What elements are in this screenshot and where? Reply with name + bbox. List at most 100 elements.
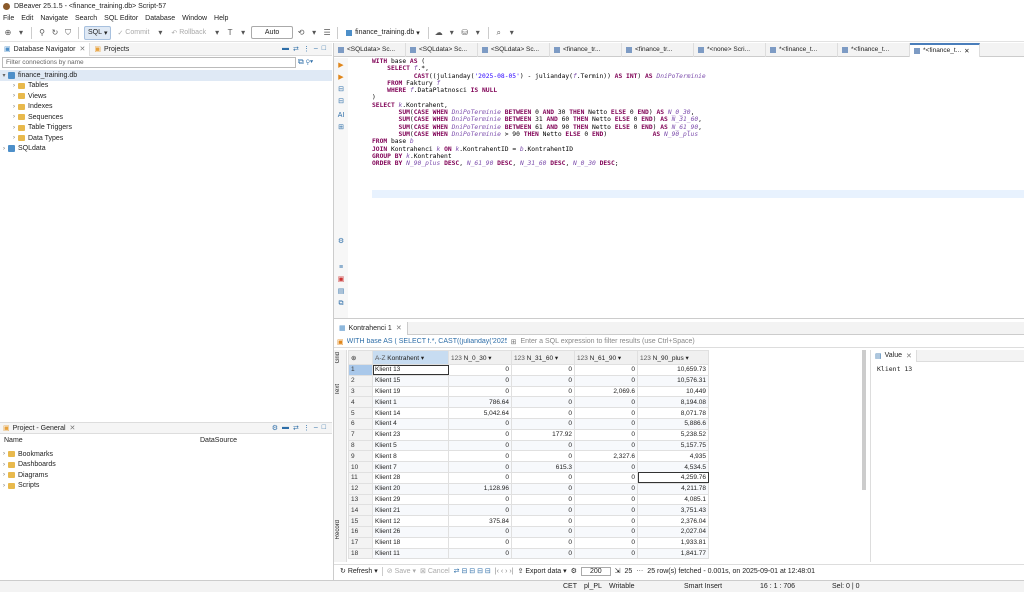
table-cell[interactable]: Klient 7 (372, 461, 449, 473)
collapse-icon[interactable]: ▬ (282, 45, 289, 53)
menu-file[interactable]: File (3, 15, 14, 22)
table-cell[interactable]: 0 (448, 374, 512, 387)
fetch-size-input[interactable]: 200 (580, 566, 611, 576)
table-cell[interactable]: 0 (511, 525, 575, 538)
table-cell[interactable]: 0 (574, 428, 638, 441)
cloud-icon[interactable]: ☁ (434, 28, 444, 38)
table-cell[interactable]: Klient 8 (372, 450, 449, 463)
row-number[interactable]: 4 (348, 396, 373, 409)
table-cell[interactable]: 1,933.81 (637, 536, 709, 549)
result-tab-kontrahenci[interactable]: ▦ Kontrahenci 1 ✕ (334, 321, 408, 335)
row-number[interactable]: 11 (348, 471, 373, 484)
table-cell[interactable]: 0 (574, 396, 638, 409)
table-cell[interactable]: 3,751.43 (637, 504, 709, 517)
table-cell[interactable]: 0 (511, 536, 575, 549)
connect-icon[interactable]: ⚲ (37, 28, 47, 38)
table-row[interactable]: 18 Klient 11 0 0 0 1,841.77 (348, 547, 709, 560)
table-cell[interactable]: Klient 1 (372, 396, 449, 409)
collapse-icon[interactable]: ▬ (282, 424, 289, 432)
editor-tab[interactable]: <finance_tr... (622, 42, 694, 57)
table-cell[interactable]: Klient 20 (372, 482, 449, 495)
minimize-icon[interactable]: – (314, 424, 318, 432)
maximize-icon[interactable]: □ (322, 424, 326, 432)
row-number[interactable]: 12 (348, 482, 373, 495)
table-cell[interactable]: 2,376.04 (637, 515, 709, 527)
table-cell[interactable]: 0 (448, 471, 512, 484)
project-item-diagrams[interactable]: › Diagrams (0, 470, 332, 481)
row-number[interactable]: 18 (348, 547, 373, 560)
load-icon[interactable]: ⊟ (337, 98, 345, 106)
tree-node-data-types[interactable]: › Data Types (0, 133, 332, 144)
table-cell[interactable]: Klient 5 (372, 439, 449, 452)
table-row[interactable]: 4 Klient 1 786.64 0 0 8,194.08 (348, 396, 709, 409)
table-row[interactable]: 15 Klient 12 375.84 0 0 2,376.04 (348, 515, 709, 527)
row-number[interactable]: 7 (348, 428, 373, 441)
table-cell[interactable]: 2,069.6 (574, 385, 638, 398)
fetch-next-icon[interactable]: ⇲ (615, 567, 621, 575)
filter-icon[interactable]: ⊞ (511, 338, 517, 346)
table-cell[interactable]: 0 (448, 385, 512, 398)
table-cell[interactable]: 0 (511, 547, 575, 560)
table-cell[interactable]: 0 (448, 536, 512, 549)
table-cell[interactable]: 0 (511, 439, 575, 452)
execute-script-icon[interactable]: ▶ (337, 74, 345, 82)
editor-tab[interactable]: *<finance_t... (838, 42, 910, 57)
table-row[interactable]: 12 Klient 20 1,128.96 0 0 4,211.78 (348, 482, 709, 495)
editor-tab[interactable]: *<finance_t... (766, 42, 838, 57)
gear-icon[interactable]: ⚙ (272, 424, 278, 432)
table-row[interactable]: 11 Klient 28 0 0 0 4,259.76 (348, 471, 709, 484)
table-cell[interactable]: 0 (574, 515, 638, 527)
table-row[interactable]: 13 Klient 29 0 0 0 4,085.1 (348, 493, 709, 506)
row-number[interactable]: 8 (348, 439, 373, 452)
table-cell[interactable]: 5,157.75 (637, 439, 709, 452)
sql-button[interactable]: SQL ▾ (84, 25, 112, 40)
menu-database[interactable]: Database (145, 15, 175, 22)
table-row[interactable]: 16 Klient 26 0 0 0 2,027.04 (348, 525, 709, 538)
table-cell[interactable]: 0 (574, 525, 638, 538)
execute-icon[interactable]: ▶ (337, 62, 345, 70)
table-cell[interactable]: 0 (448, 493, 512, 506)
table-cell[interactable]: 10,449 (637, 385, 709, 398)
table-cell[interactable]: 0 (574, 439, 638, 452)
table-cell[interactable]: 8,071.78 (637, 407, 709, 419)
table-row[interactable]: 6 Klient 4 0 0 0 5,886.6 (348, 417, 709, 430)
gear-icon[interactable]: ⚙ (571, 567, 577, 575)
value-tab[interactable]: ▤ Value ✕ (871, 349, 917, 362)
edit-icons[interactable]: ⇄ ⊟ ⊟ ⊟ ⊟ (454, 567, 491, 575)
navigation-icons[interactable]: |‹ ‹ › ›| (495, 568, 514, 575)
menu-help[interactable]: Help (214, 15, 228, 22)
chevron-down-icon[interactable]: ▾ (473, 28, 483, 38)
save-icon[interactable]: ▤ (337, 288, 345, 296)
close-icon[interactable]: ✕ (70, 424, 76, 432)
column-header[interactable]: 123 N_61_90 ▾ (574, 350, 638, 365)
menu-icon[interactable]: ⋮ (303, 45, 310, 53)
table-cell[interactable]: Klient 28 (372, 471, 449, 484)
row-number[interactable]: 16 (348, 525, 373, 538)
table-row[interactable]: 7 Klient 23 0 177.92 0 5,238.52 (348, 428, 709, 441)
column-header[interactable]: 123 N_90_plus ▾ (637, 350, 709, 365)
table-cell[interactable]: 0 (511, 385, 575, 398)
table-cell[interactable]: 0 (448, 547, 512, 560)
refresh-icon[interactable]: ↻ (50, 28, 60, 38)
chevron-down-icon[interactable]: ▾ (238, 28, 248, 38)
table-cell[interactable]: Klient 14 (372, 407, 449, 419)
tree-node-finance-db[interactable]: ▾ finance_training.db (0, 70, 332, 81)
sql-icon[interactable]: ▾ (16, 28, 26, 38)
table-cell[interactable]: Klient 19 (372, 385, 449, 398)
chevron-down-icon[interactable]: ▾ (212, 28, 222, 38)
table-cell[interactable]: Klient 23 (372, 428, 449, 441)
project-title[interactable]: Project - General (13, 425, 66, 432)
table-cell[interactable]: 0 (511, 450, 575, 463)
table-row[interactable]: 14 Klient 21 0 0 0 3,751.43 (348, 504, 709, 517)
link-icon[interactable]: ⇄ (293, 424, 299, 432)
row-number[interactable]: 2 (348, 374, 373, 387)
editor-tab[interactable]: <SQLdata> Sc... (406, 42, 478, 57)
table-cell[interactable]: 0 (511, 374, 575, 387)
table-cell[interactable]: 5,886.6 (637, 417, 709, 430)
table-cell[interactable]: Klient 13 (372, 364, 449, 376)
table-cell[interactable]: 615.3 (511, 461, 575, 473)
table-cell[interactable]: 0 (511, 493, 575, 506)
tree-node-sqldata[interactable]: › SQLdata (0, 144, 332, 155)
table-cell[interactable]: 0 (574, 364, 638, 376)
table-cell[interactable]: 10,576.31 (637, 374, 709, 387)
